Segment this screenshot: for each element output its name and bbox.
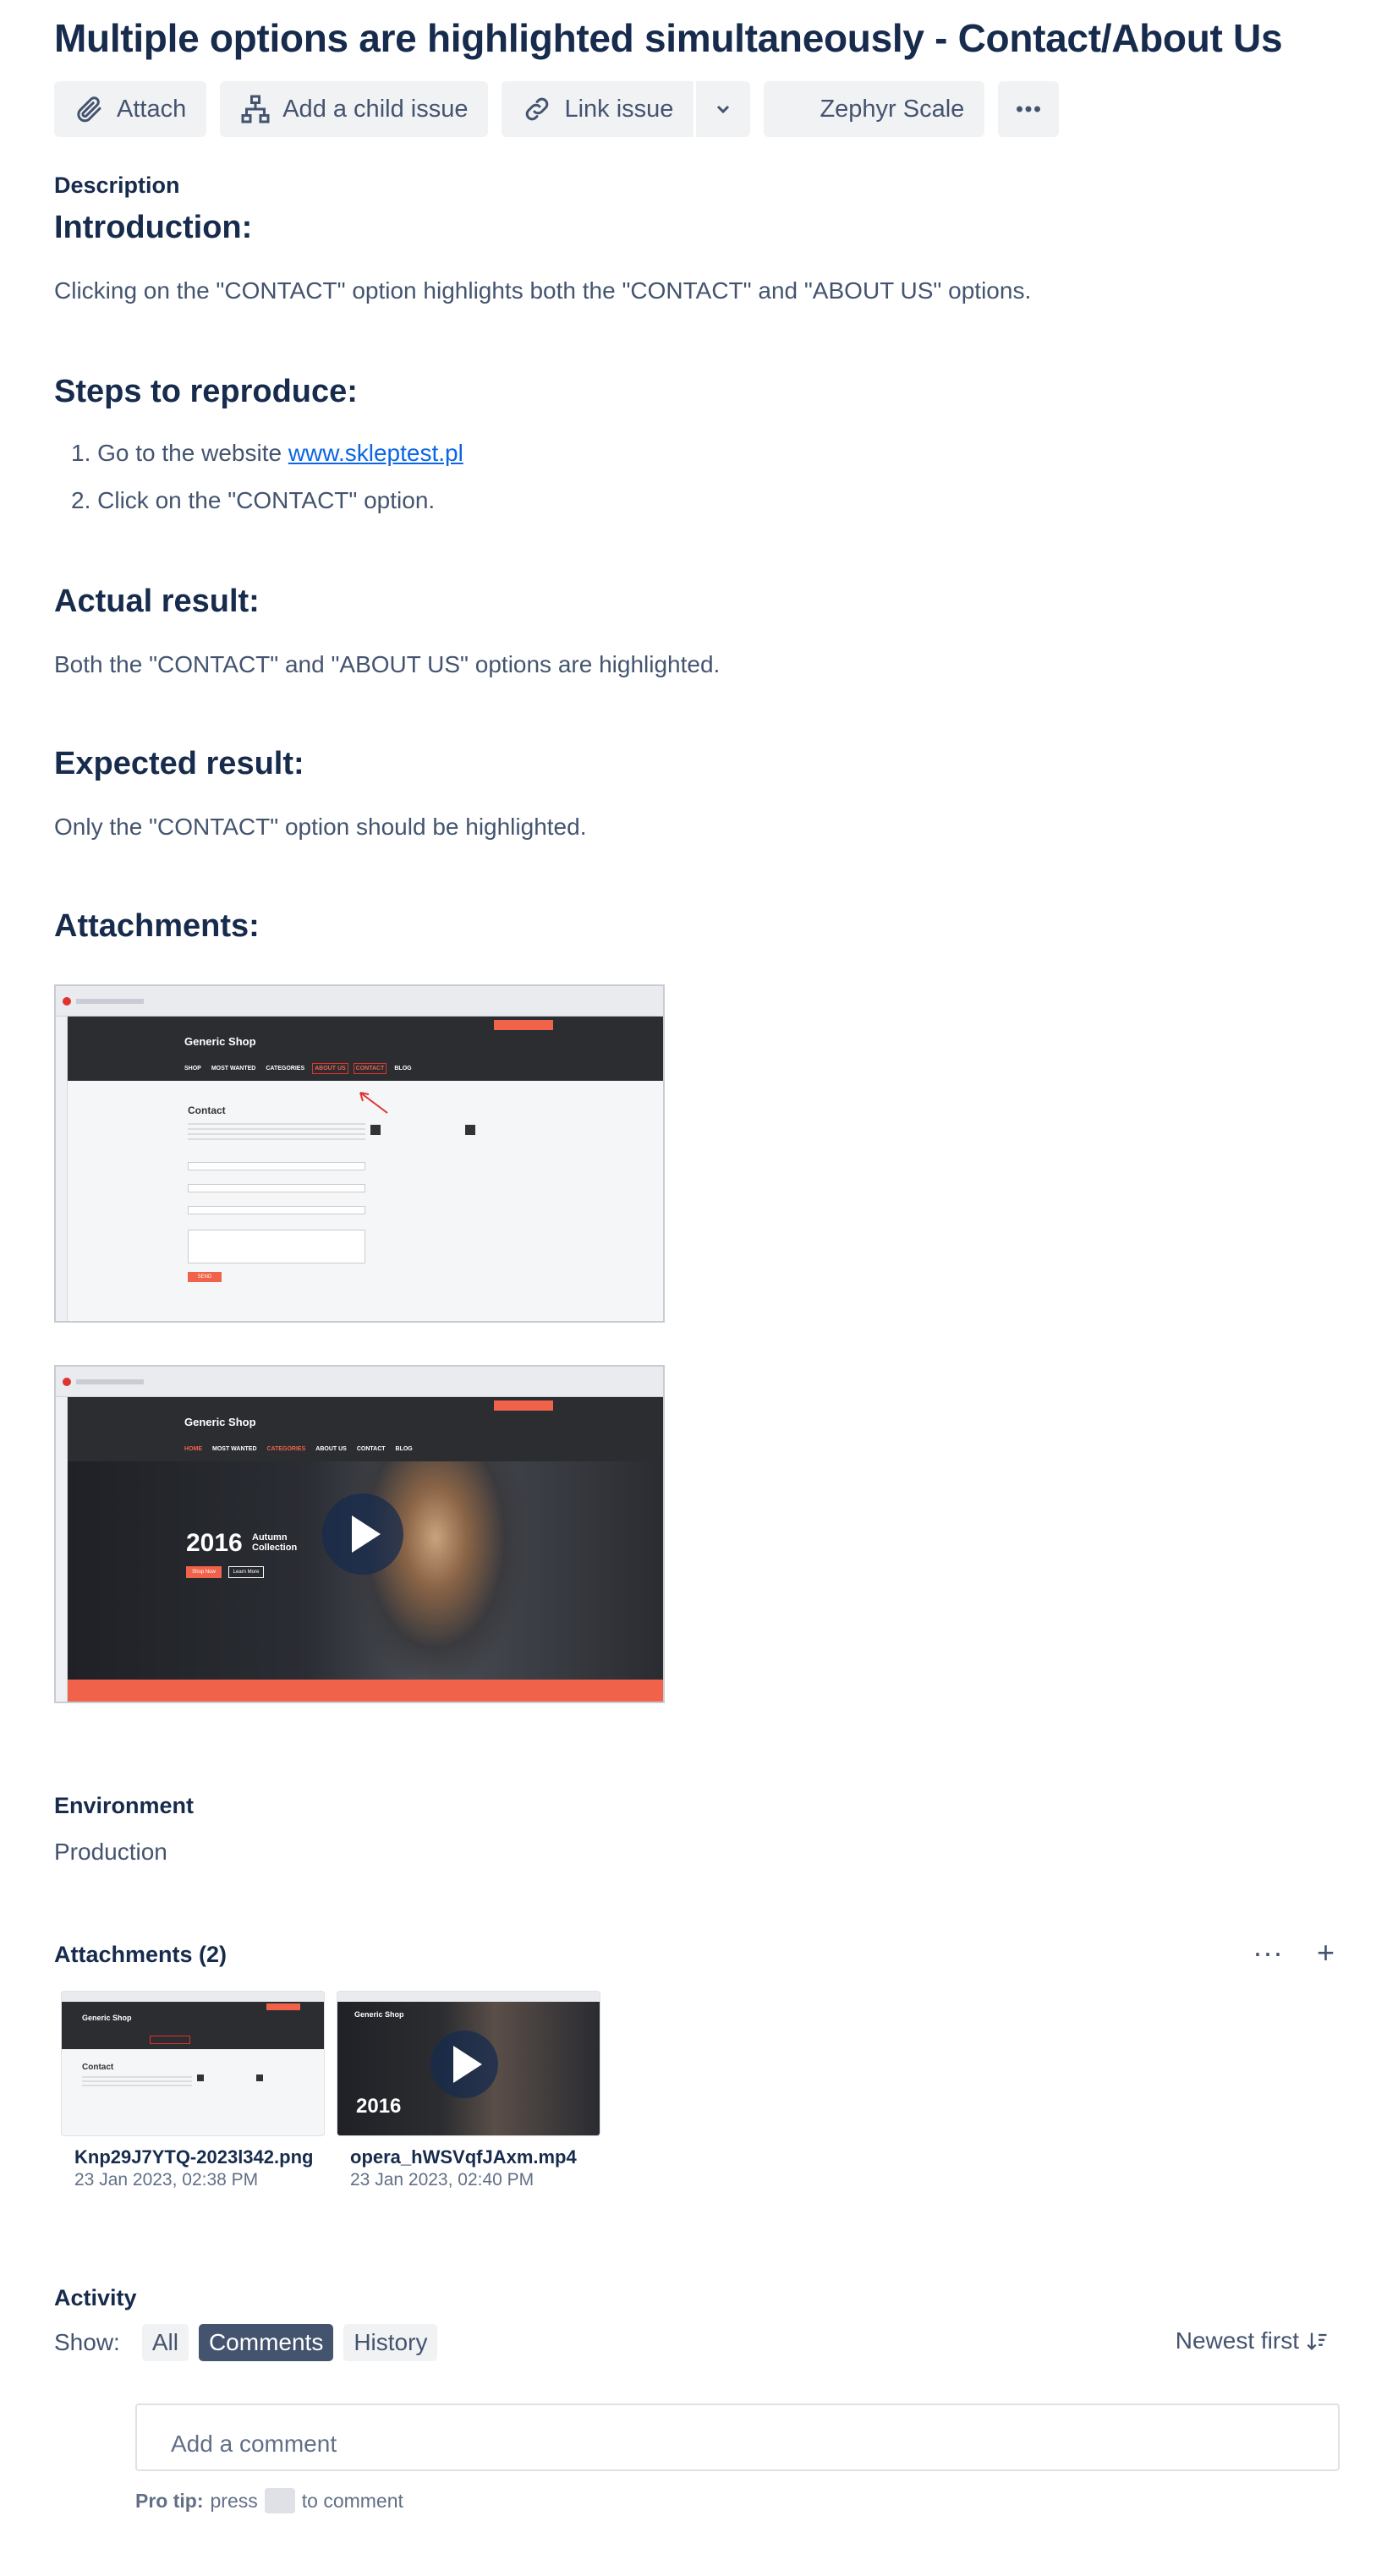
step-item: 1. Go to the website www.skleptest.pl	[71, 440, 463, 466]
attachment-thumbnail[interactable]: Generic Shop Contact	[61, 1991, 325, 2136]
attachment-file-name[interactable]: opera_hWSVqfJAxm.mp4	[350, 2146, 604, 2168]
link-icon	[526, 97, 549, 121]
intro-heading: Introduction:	[54, 210, 253, 245]
sort-icon	[1307, 2332, 1327, 2350]
hierarchy-icon	[241, 95, 270, 123]
attachment-file-date: 23 Jan 2023, 02:40 PM	[350, 2170, 535, 2190]
add-child-issue-button[interactable]: Add a child issue	[220, 81, 489, 137]
activity-filter-row: Show: All Comments History	[54, 2322, 438, 2363]
attachment-thumbnail[interactable]: Generic Shop 2016	[337, 1991, 600, 2136]
shop-now-preview: Shop Now	[186, 1566, 222, 1578]
send-button-preview: SEND	[188, 1272, 222, 1282]
link-issue-label: Link issue	[564, 95, 674, 123]
play-icon[interactable]	[430, 2031, 498, 2098]
filter-all[interactable]: All	[141, 2324, 189, 2361]
hero-text: Autumn Collection	[252, 1532, 298, 1553]
intro-text: Clicking on the "CONTACT" option highlig…	[54, 277, 1032, 304]
zephyr-scale-button[interactable]: Zephyr Scale	[764, 81, 985, 137]
actual-heading: Actual result:	[54, 584, 260, 619]
site-title: Generic Shop	[184, 1035, 256, 1048]
attachment-file-name[interactable]: Knp29J7YTQ-2023l342.png	[74, 2146, 328, 2168]
hero-year: 2016	[186, 1529, 243, 1557]
add-comment-input[interactable]: Add a comment	[135, 2403, 1340, 2471]
browser-chrome	[56, 986, 663, 1017]
site-title: Generic Shop	[184, 1416, 256, 1428]
step-item: 2. Click on the "CONTACT" option.	[71, 487, 436, 513]
play-icon[interactable]	[322, 1494, 403, 1575]
keyboard-key	[264, 2488, 295, 2513]
site-header: Generic Shop SHOP MOST WANTED CATEGORIES…	[68, 1017, 663, 1081]
activity-heading: Activity	[54, 2285, 137, 2310]
site-nav: SHOP MOST WANTED CATEGORIES ABOUT US CON…	[184, 1063, 412, 1074]
red-arrow-annotation	[359, 1092, 388, 1114]
filter-comments[interactable]: Comments	[198, 2324, 334, 2361]
form-field	[188, 1184, 365, 1192]
more-icon[interactable]: ···	[1253, 1935, 1283, 1970]
cart-badge	[494, 1400, 553, 1411]
inline-screenshot-contact[interactable]: Generic Shop SHOP MOST WANTED CATEGORIES…	[54, 984, 665, 1323]
attachment-file-date: 23 Jan 2023, 02:38 PM	[74, 2170, 259, 2190]
add-icon[interactable]: +	[1317, 1935, 1335, 1970]
contact-heading: Contact	[188, 1104, 226, 1116]
location-icon	[465, 1125, 475, 1135]
steps-heading: Steps to reproduce:	[54, 374, 358, 409]
expected-text: Only the "CONTACT" option should be high…	[54, 814, 587, 840]
attach-label: Attach	[117, 95, 187, 123]
contact-paragraph	[188, 1123, 365, 1140]
sort-label: Newest first	[1175, 2327, 1299, 2354]
browser-sidebar	[56, 1397, 68, 1702]
steps-list: 1. Go to the website www.skleptest.pl 2.…	[54, 435, 463, 529]
attachments-heading: Attachments (2)	[54, 1942, 228, 1967]
paperclip-icon	[77, 96, 101, 123]
learn-more-preview: Learn More	[228, 1566, 264, 1578]
form-field	[188, 1206, 365, 1214]
message-field	[188, 1230, 365, 1263]
chevron-down-icon	[717, 105, 730, 114]
form-field	[188, 1162, 365, 1170]
link-issue-button[interactable]: Link issue	[502, 81, 694, 137]
phone-icon	[370, 1125, 381, 1135]
filter-history[interactable]: History	[343, 2324, 438, 2361]
attachments-actions: ··· +	[1253, 1935, 1335, 1970]
expected-heading: Expected result:	[54, 746, 304, 781]
sort-button[interactable]: Newest first	[1176, 2327, 1329, 2354]
issue-title[interactable]: Multiple options are highlighted simulta…	[54, 15, 1283, 61]
link-issue-dropdown[interactable]	[696, 81, 751, 137]
attach-button[interactable]: Attach	[54, 81, 207, 137]
show-label: Show:	[54, 2329, 120, 2355]
site-header: Generic Shop HOME MOST WANTED CATEGORIES…	[68, 1397, 663, 1461]
thumb-site-header: Generic Shop	[62, 2002, 324, 2049]
inline-video-homepage[interactable]: Generic Shop HOME MOST WANTED CATEGORIES…	[54, 1365, 665, 1703]
zephyr-scale-label: Zephyr Scale	[820, 95, 965, 123]
site-nav: HOME MOST WANTED CATEGORIES ABOUT US CON…	[184, 1446, 413, 1452]
feature-strip	[68, 1680, 663, 1702]
attachments-inline-heading: Attachments:	[54, 908, 260, 944]
more-actions-button[interactable]	[998, 81, 1060, 137]
website-link[interactable]: www.skleptest.pl	[288, 440, 463, 466]
add-child-issue-label: Add a child issue	[282, 95, 469, 123]
link-issue-split: Link issue	[502, 81, 751, 137]
cart-badge	[494, 1020, 553, 1030]
environment-value[interactable]: Production	[54, 1839, 167, 1866]
more-icon	[1017, 106, 1041, 112]
browser-chrome	[56, 1367, 663, 1397]
pro-tip: Pro tip: press to comment	[135, 2488, 403, 2513]
protip-label: Pro tip:	[135, 2489, 204, 2512]
actual-text: Both the "CONTACT" and "ABOUT US" option…	[54, 651, 721, 677]
description-label: Description	[54, 173, 180, 198]
browser-sidebar	[56, 1017, 68, 1321]
environment-label: Environment	[54, 1793, 195, 1818]
issue-toolbar: Attach Add a child issue Link issue Zeph…	[54, 81, 1060, 137]
